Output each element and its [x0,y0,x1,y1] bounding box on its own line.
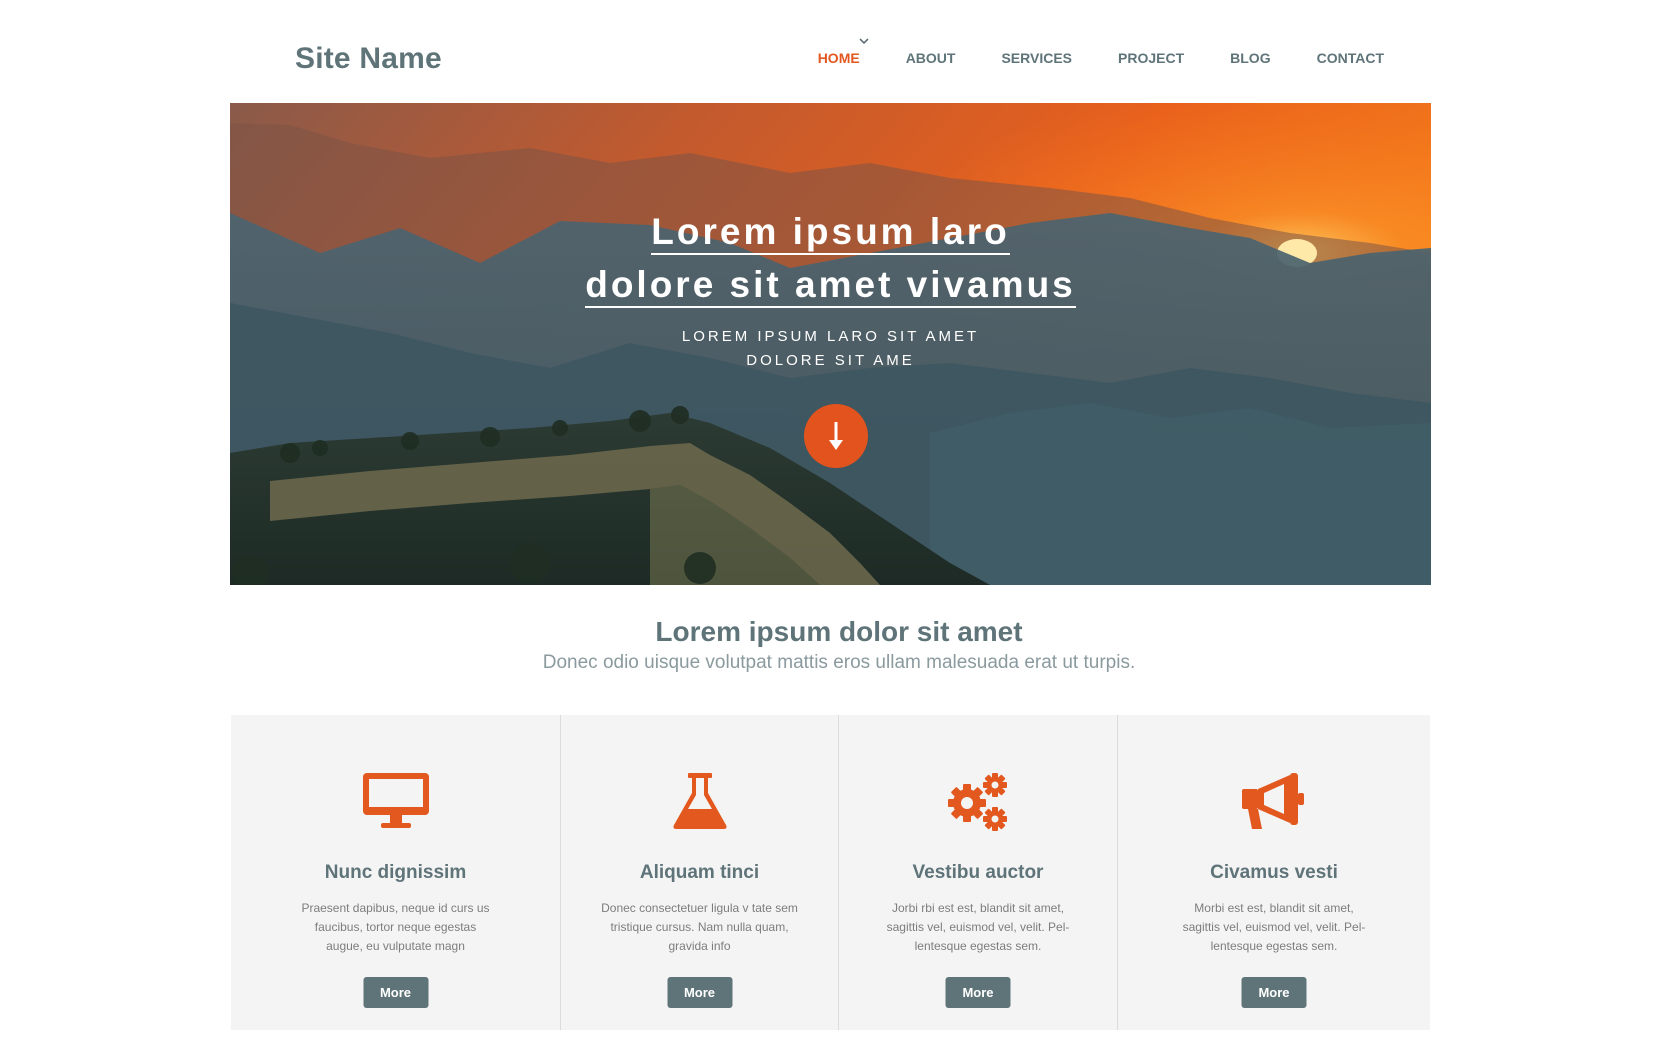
intro-title: Lorem ipsum dolor sit amet [655,616,1023,647]
nav-services[interactable]: SERVICES [1001,50,1072,66]
hero-subtitle-line-2: DOLORE SIT AME [746,352,915,369]
arrow-down-icon [829,422,843,450]
main-nav: HOME ABOUT SERVICES PROJECT BLOG CONTACT [772,50,1384,66]
nav-project[interactable]: PROJECT [1118,50,1184,66]
feature-more-button[interactable]: More [945,977,1011,1008]
hero-title: Lorem ipsum laro dolore sit amet vivamus [230,207,1431,313]
feature-title: Civamus vesti [1210,862,1338,883]
nav-contact[interactable]: CONTACT [1317,50,1384,66]
megaphone-icon [1240,771,1308,836]
features-panel: Nunc dignissim Praesent dapibus, neque i… [231,715,1430,1030]
nav-about[interactable]: ABOUT [906,50,956,66]
feature-title: Vestibu auctor [912,862,1044,883]
feature-card: Civamus vesti Morbi est est, blandit sit… [1118,715,1430,1030]
scroll-down-button[interactable] [804,404,868,468]
page: Site Name HOME ABOUT SERVICES PROJECT BL… [0,0,1660,1049]
feature-text: Morbi est est, blandit sit amet, sagitti… [1182,901,1366,953]
feature-text: Praesent dapibus, neque id curs us fauci… [301,901,490,953]
gears-icon [945,771,1011,838]
feature-more-button[interactable]: More [1241,977,1307,1008]
monitor-icon [361,771,431,836]
feature-more-button[interactable]: More [667,977,732,1008]
hero-banner: Lorem ipsum laro dolore sit amet vivamus… [230,103,1431,585]
active-nav-chevron-down-icon [859,32,869,50]
nav-blog[interactable]: BLOG [1230,50,1270,66]
hero-subtitle-line-1: LOREM IPSUM LARO SIT AMET [681,328,980,345]
feature-card: Aliquam tinci Donec consectetuer ligula … [561,715,839,1030]
feature-more-button[interactable]: More [363,977,428,1008]
nav-home[interactable]: HOME [818,50,860,66]
hero-title-line-1: Lorem ipsum laro [651,211,1010,255]
hero-subtitle: LOREM IPSUM LARO SIT AMET DOLORE SIT AME [230,325,1431,373]
feature-text: Jorbi rbi est est, blandit sit amet, sag… [886,901,1070,953]
intro-text: Donec odio uisque volutpat mattis eros u… [542,652,1136,673]
feature-card: Vestibu auctor Jorbi rbi est est, blandi… [839,715,1118,1030]
site-header: Site Name HOME ABOUT SERVICES PROJECT BL… [230,0,1430,103]
feature-card: Nunc dignissim Praesent dapibus, neque i… [231,715,561,1030]
feature-title: Aliquam tinci [639,862,760,883]
feature-title: Nunc dignissim [324,862,467,883]
site-name-logo[interactable]: Site Name [295,42,442,76]
flask-icon [672,771,728,836]
feature-text: Donec consectetuer ligula v tate sem tri… [601,901,798,953]
hero-title-line-2: dolore sit amet vivamus [585,264,1076,308]
